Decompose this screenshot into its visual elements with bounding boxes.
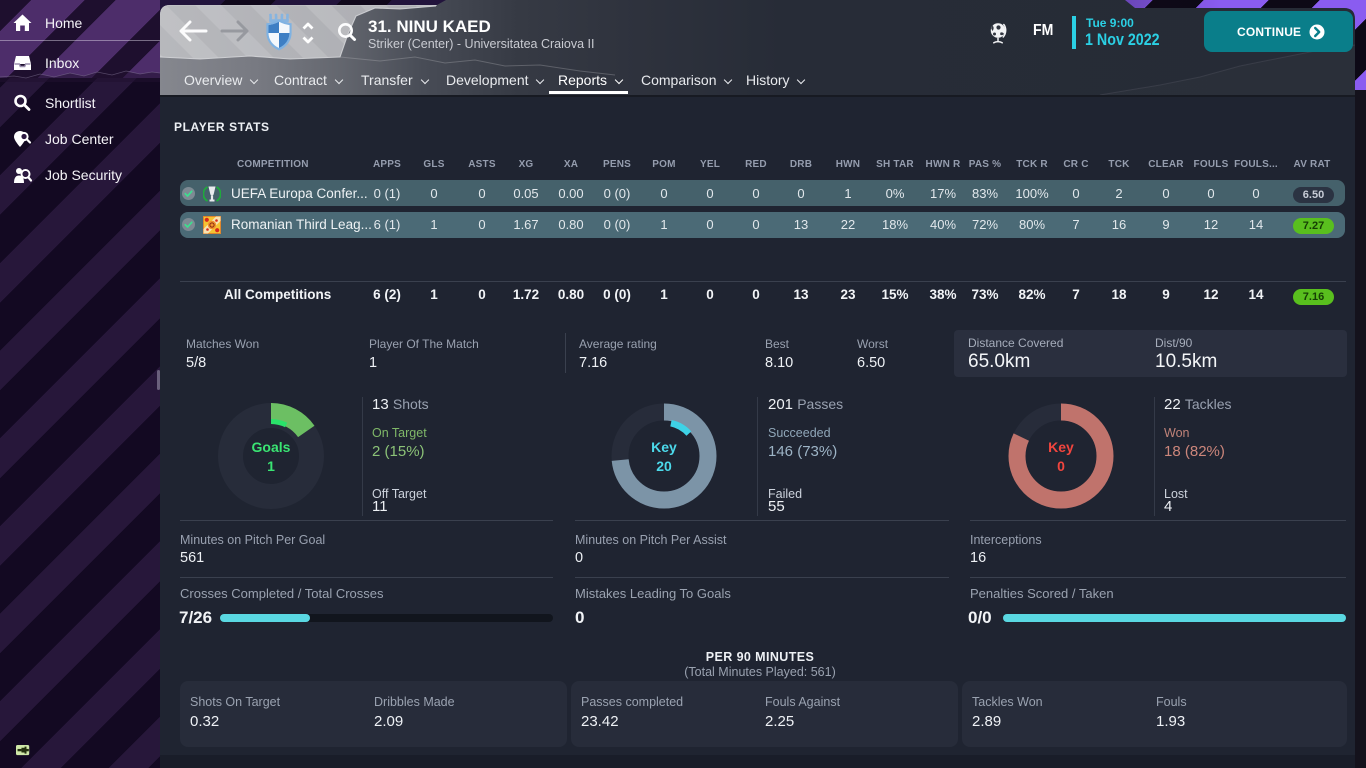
svg-text:20: 20 [656,458,672,474]
svg-text:Key: Key [1048,439,1074,455]
svg-text:Goals: Goals [252,439,291,455]
svg-text:Key: Key [651,439,677,455]
svg-text:0: 0 [1057,458,1065,474]
svg-text:1: 1 [267,458,275,474]
